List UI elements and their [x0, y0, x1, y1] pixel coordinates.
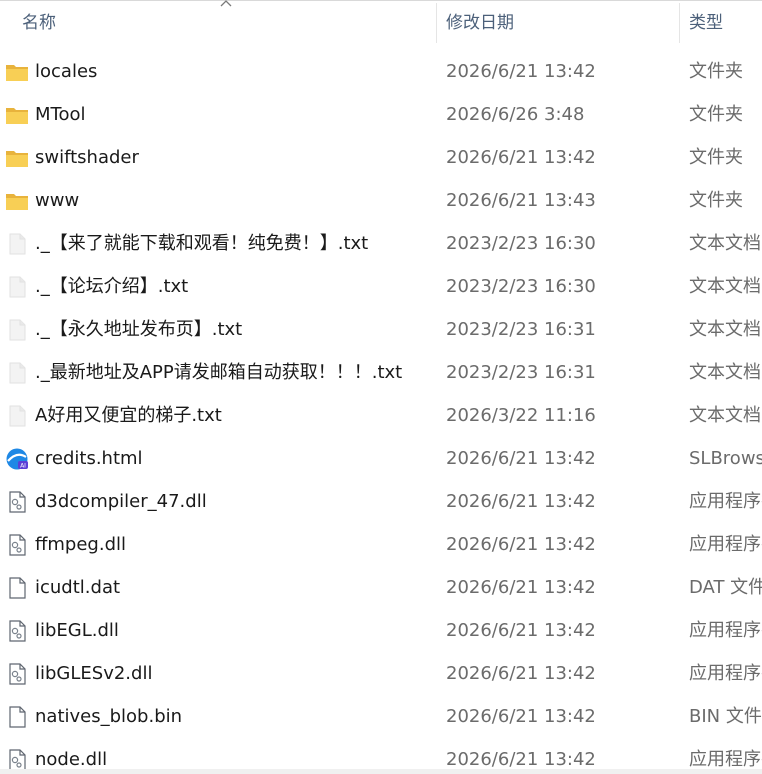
file-row[interactable]: www 2026/6/21 13:43 文件夹 [0, 179, 762, 222]
file-name[interactable]: A好用又便宜的梯子.txt [35, 394, 435, 437]
column-divider[interactable] [436, 3, 437, 43]
file-modified-date: 2026/6/21 13:43 [446, 190, 596, 211]
file-name[interactable]: swiftshader [35, 136, 435, 179]
file-row[interactable]: AI credits.html 2026/6/21 13:42 SLBrowser [0, 437, 762, 480]
text-file-icon [5, 275, 29, 299]
file-modified-date: 2026/6/26 3:48 [446, 104, 585, 125]
file-name[interactable]: d3dcompiler_47.dll [35, 480, 435, 523]
file-type: DAT 文件 [689, 577, 762, 598]
file-name[interactable]: www [35, 179, 435, 222]
file-modified-date: 2023/2/23 16:30 [446, 276, 596, 297]
file-row[interactable]: ._【论坛介绍】.txt 2023/2/23 16:30 文本文档 [0, 265, 762, 308]
file-modified-date: 2026/3/22 11:16 [446, 405, 596, 426]
file-row[interactable]: icudtl.dat 2026/6/21 13:42 DAT 文件 [0, 566, 762, 609]
svg-text:AI: AI [20, 463, 26, 470]
file-type: BIN 文件 [689, 706, 762, 727]
file-type: 文本文档 [689, 405, 761, 426]
file-list: locales 2026/6/21 13:42 文件夹 MTool 2026/6/26 … [0, 50, 762, 774]
file-row[interactable]: ._【永久地址发布页】.txt 2023/2/23 16:31 文本文档 [0, 308, 762, 351]
text-file-icon [5, 361, 29, 385]
file-name[interactable]: ._【论坛介绍】.txt [35, 265, 435, 308]
file-modified-date: 2026/6/21 13:42 [446, 706, 596, 727]
file-modified-date: 2023/2/23 16:31 [446, 319, 596, 340]
file-row[interactable]: A好用又便宜的梯子.txt 2026/3/22 11:16 文本文档 [0, 394, 762, 437]
file-name[interactable]: ffmpeg.dll [35, 523, 435, 566]
file-type: 文本文档 [689, 233, 761, 254]
column-header-type[interactable]: 类型 [689, 1, 762, 45]
file-row[interactable]: swiftshader 2026/6/21 13:42 文件夹 [0, 136, 762, 179]
file-row[interactable]: locales 2026/6/21 13:42 文件夹 [0, 50, 762, 93]
file-row[interactable]: ._【来了就能下载和观看！纯免费！】.txt 2023/2/23 16:30 文本文… [0, 222, 762, 265]
file-row[interactable]: ._最新地址及APP请发邮箱自动获取！！！.txt 2023/2/23 16:31… [0, 351, 762, 394]
file-name[interactable]: icudtl.dat [35, 566, 435, 609]
folder-icon [5, 146, 29, 170]
file-modified-date: 2026/6/21 13:42 [446, 663, 596, 684]
column-header-name[interactable]: 名称 [22, 1, 432, 45]
file-row[interactable]: libGLESv2.dll 2026/6/21 13:42 应用程序扩展 [0, 652, 762, 695]
file-explorer: 名称 修改日期 类型 locales 2026/6/21 13:42 文件夹 MToo… [0, 0, 762, 774]
file-row[interactable]: d3dcompiler_47.dll 2026/6/21 13:42 应用程序扩展 [0, 480, 762, 523]
dll-file-icon [5, 619, 29, 643]
column-header: 名称 修改日期 类型 [0, 0, 762, 45]
file-name[interactable]: ._【来了就能下载和观看！纯免费！】.txt [35, 222, 435, 265]
file-type: 文件夹 [689, 147, 743, 168]
file-type: SLBrowser [689, 448, 762, 469]
file-modified-date: 2026/6/21 13:42 [446, 61, 596, 82]
folder-icon [5, 103, 29, 127]
blank-file-icon [5, 576, 29, 600]
file-modified-date: 2026/6/21 13:42 [446, 147, 596, 168]
dll-file-icon [5, 490, 29, 514]
file-row[interactable]: libEGL.dll 2026/6/21 13:42 应用程序扩展 [0, 609, 762, 652]
file-row[interactable]: ffmpeg.dll 2026/6/21 13:42 应用程序扩展 [0, 523, 762, 566]
file-modified-date: 2023/2/23 16:31 [446, 362, 596, 383]
file-name[interactable]: ._【永久地址发布页】.txt [35, 308, 435, 351]
column-divider[interactable] [679, 3, 680, 43]
dll-file-icon [5, 533, 29, 557]
file-type: 文本文档 [689, 276, 761, 297]
file-name[interactable]: libEGL.dll [35, 609, 435, 652]
file-row[interactable]: MTool 2026/6/26 3:48 文件夹 [0, 93, 762, 136]
browser-icon: AI [5, 447, 29, 471]
text-file-icon [5, 404, 29, 428]
folder-icon [5, 189, 29, 213]
file-modified-date: 2026/6/21 13:42 [446, 448, 596, 469]
file-modified-date: 2023/2/23 16:30 [446, 233, 596, 254]
file-name[interactable]: credits.html [35, 437, 435, 480]
file-type: 应用程序扩展 [689, 491, 762, 512]
file-type: 文本文档 [689, 362, 761, 383]
column-header-date[interactable]: 修改日期 [446, 1, 676, 45]
file-name[interactable]: MTool [35, 93, 435, 136]
file-name[interactable]: natives_blob.bin [35, 695, 435, 738]
file-type: 文件夹 [689, 190, 743, 211]
text-file-icon [5, 232, 29, 256]
file-modified-date: 2026/6/21 13:42 [446, 620, 596, 641]
dll-file-icon [5, 662, 29, 686]
blank-file-icon [5, 705, 29, 729]
folder-icon [5, 60, 29, 84]
text-file-icon [5, 318, 29, 342]
file-modified-date: 2026/6/21 13:42 [446, 534, 596, 555]
file-name[interactable]: locales [35, 50, 435, 93]
file-type: 文件夹 [689, 104, 743, 125]
file-type: 文本文档 [689, 319, 761, 340]
file-modified-date: 2026/6/21 13:42 [446, 491, 596, 512]
file-type: 应用程序扩展 [689, 663, 762, 684]
horizontal-scrollbar[interactable] [0, 769, 762, 774]
file-row[interactable]: natives_blob.bin 2026/6/21 13:42 BIN 文件 [0, 695, 762, 738]
file-name[interactable]: ._最新地址及APP请发邮箱自动获取！！！.txt [35, 351, 435, 394]
file-type: 应用程序扩展 [689, 620, 762, 641]
file-type: 应用程序扩展 [689, 534, 762, 555]
file-name[interactable]: libGLESv2.dll [35, 652, 435, 695]
file-type: 文件夹 [689, 61, 743, 82]
file-modified-date: 2026/6/21 13:42 [446, 577, 596, 598]
